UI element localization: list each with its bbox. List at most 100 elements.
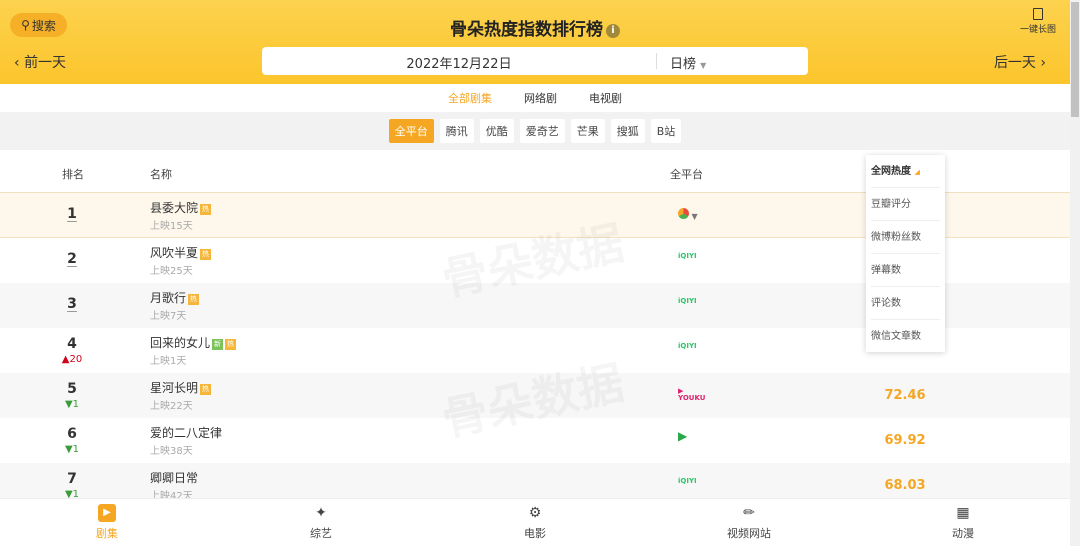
youku-logo-icon: ▶ YOUKU	[678, 387, 706, 402]
show-name: 卿卿日常	[150, 471, 199, 485]
rank-change: ▼1	[52, 444, 92, 455]
tencent-logo-icon: ▶	[678, 429, 688, 443]
rank: 4	[67, 336, 77, 352]
days-on-air: 上映22天	[150, 401, 193, 412]
show-title[interactable]: 风吹半夏热	[150, 244, 212, 261]
caret-icon: ◢	[914, 168, 920, 176]
date-picker[interactable]: 2022年12月22日	[262, 53, 656, 72]
days-on-air: 上映25天	[150, 266, 193, 277]
platform-iqiyi[interactable]: 爱奇艺	[519, 119, 565, 143]
grid-icon: ▦	[956, 505, 970, 521]
iqiyi-logo-icon: iQIYI	[678, 477, 697, 485]
nav-anime[interactable]: ▦ 动漫	[856, 499, 1070, 546]
show-title[interactable]: 星河长明热	[150, 379, 212, 396]
multi-logo-icon[interactable]: ▼	[678, 208, 698, 221]
bottom-nav: ▶ 剧集 ✦ 综艺 ⚙ 电影 ✏ 视频网站 ▦ 动漫	[0, 498, 1070, 546]
nav-video-sites[interactable]: ✏ 视频网站	[642, 499, 856, 546]
date-selector: 2022年12月22日 日榜 ▼	[262, 47, 808, 75]
next-day-button[interactable]: 后一天 ›	[994, 52, 1046, 72]
brush-icon: ✏	[743, 505, 755, 521]
scrollbar[interactable]	[1070, 0, 1080, 546]
long-image-button[interactable]: 一键长图	[1020, 8, 1056, 35]
platform-mango[interactable]: 芒果	[570, 119, 605, 143]
title-text: 骨朵热度指数排行榜	[450, 20, 603, 40]
sort-comments[interactable]: 评论数	[871, 287, 940, 320]
platform-sohu[interactable]: 搜狐	[610, 119, 645, 143]
divider	[656, 53, 657, 69]
rank-change: ▼1	[52, 399, 92, 410]
table-row[interactable]: 5 ▼1 星河长明热上映22天 ▶ YOUKU 72.46	[0, 373, 1070, 418]
rank-change: ▲20	[52, 354, 92, 365]
days-on-air: 上映38天	[150, 446, 193, 457]
sort-douban[interactable]: 豆瓣评分	[871, 188, 940, 221]
nav-drama[interactable]: ▶ 剧集	[0, 499, 214, 546]
nav-label: 视频网站	[727, 527, 771, 540]
platform-filter: 全平台 腾讯 优酷 爱奇艺 芒果 搜狐 B站	[0, 112, 1070, 150]
show-title[interactable]: 回来的女儿新热	[150, 334, 237, 351]
days-on-air: 上映1天	[150, 356, 187, 367]
tab-web-drama[interactable]: 网络剧	[524, 90, 557, 112]
next-label: 后一天	[993, 55, 1036, 71]
sort-label: 全网热度	[871, 166, 911, 177]
rank: 1	[67, 206, 77, 222]
show-title[interactable]: 月歌行热	[150, 289, 200, 306]
arrow-down-icon: ▼	[64, 399, 73, 410]
nav-label: 综艺	[310, 527, 332, 540]
heat-score: 69.92	[884, 433, 926, 448]
platform-bilibili[interactable]: B站	[650, 119, 682, 143]
col-rank: 排名	[62, 168, 84, 181]
rank-change-value: 20	[69, 354, 83, 365]
sort-dropdown: 全网热度 ◢ 豆瓣评分 微博粉丝数 弹幕数 评论数 微信文章数	[866, 155, 945, 352]
film-reel-icon: ⚙	[528, 505, 542, 521]
platform-all[interactable]: 全平台	[388, 119, 434, 143]
table-row[interactable]: 6 ▼1 爱的二八定律 上映38天 ▶ 69.92	[0, 418, 1070, 463]
prev-label: 前一天	[24, 55, 67, 71]
page-title: 骨朵热度指数排行榜 i	[0, 15, 1070, 40]
show-title[interactable]: 卿卿日常	[150, 469, 198, 486]
period-label: 日榜	[670, 57, 697, 72]
show-name: 风吹半夏	[150, 246, 199, 260]
new-badge: 新	[212, 339, 224, 350]
scrollbar-thumb[interactable]	[1071, 2, 1079, 117]
sort-weibo[interactable]: 微博粉丝数	[871, 221, 940, 254]
rank: 7	[67, 471, 77, 487]
hot-badge: 热	[200, 204, 212, 215]
prev-day-button[interactable]: ‹ 前一天	[14, 52, 66, 72]
info-icon[interactable]: i	[606, 24, 620, 38]
platform-youku[interactable]: 优酷	[479, 119, 514, 143]
nav-movie[interactable]: ⚙ 电影	[428, 499, 642, 546]
hot-badge: 热	[188, 294, 200, 305]
rank: 2	[67, 251, 77, 267]
header: ⚲ 搜索 骨朵热度指数排行榜 i 一键长图 ‹ 前一天 后一天 › 2022年12月…	[0, 0, 1070, 84]
show-name: 星河长明	[150, 381, 199, 395]
period-select[interactable]: 日榜 ▼	[670, 53, 706, 72]
heat-score: 72.46	[884, 388, 926, 403]
rank: 6	[67, 426, 77, 442]
iqiyi-logo-icon: iQIYI	[678, 342, 697, 350]
show-name: 回来的女儿	[150, 336, 211, 350]
days-on-air: 上映7天	[150, 311, 187, 322]
show-name: 爱的二八定律	[150, 426, 223, 440]
sort-hot[interactable]: 全网热度 ◢	[871, 155, 940, 188]
nav-variety[interactable]: ✦ 综艺	[214, 499, 428, 546]
tab-tv-drama[interactable]: 电视剧	[589, 90, 622, 112]
show-title[interactable]: 县委大院热	[150, 199, 212, 216]
show-title[interactable]: 爱的二八定律	[150, 424, 222, 441]
hot-badge: 热	[200, 384, 212, 395]
iqiyi-logo-icon: iQIYI	[678, 297, 697, 305]
iqiyi-logo-icon: iQIYI	[678, 252, 697, 260]
days-on-air: 上映15天	[150, 221, 193, 232]
hot-badge: 热	[200, 249, 212, 260]
document-icon	[1032, 8, 1043, 20]
long-image-label: 一键长图	[1019, 25, 1056, 35]
platform-tencent[interactable]: 腾讯	[439, 119, 474, 143]
tab-all[interactable]: 全部剧集	[448, 90, 492, 122]
nav-label: 剧集	[96, 527, 118, 540]
arrow-down-icon: ▼	[64, 444, 73, 455]
nav-label: 动漫	[952, 527, 974, 540]
sort-wechat[interactable]: 微信文章数	[871, 320, 940, 353]
magic-wand-icon: ✦	[315, 505, 327, 521]
col-name: 名称	[150, 168, 172, 181]
caret-down-icon: ▼	[700, 61, 707, 70]
sort-danmaku[interactable]: 弹幕数	[871, 254, 940, 287]
